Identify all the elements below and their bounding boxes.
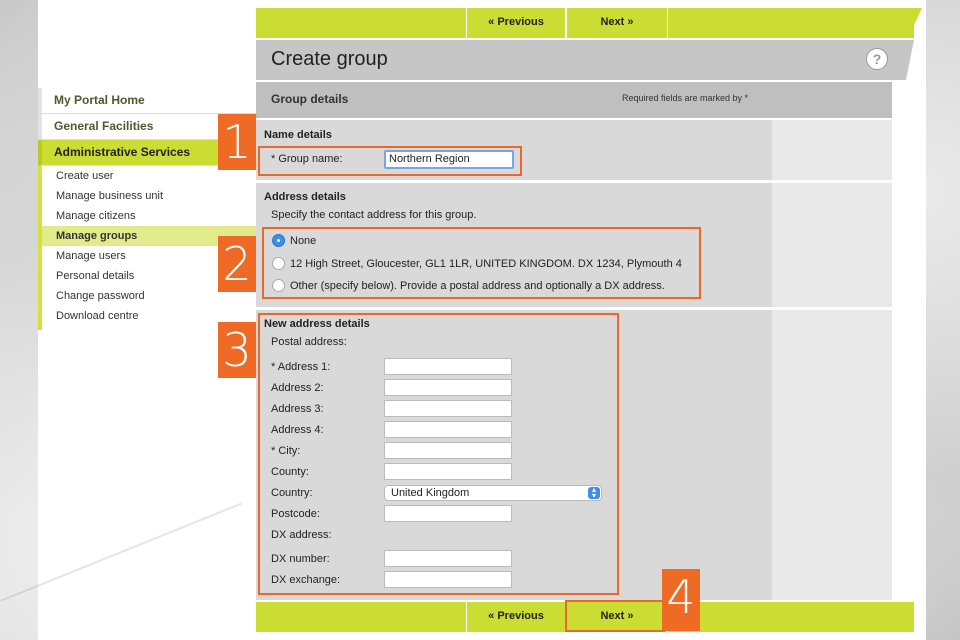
- section-side-column: [772, 120, 892, 180]
- next-button-top[interactable]: Next »: [566, 8, 668, 38]
- title-bar: Create group ?: [256, 40, 914, 80]
- group-details-header: Group details Required fields are marked…: [256, 82, 892, 118]
- section-side-column: [772, 183, 892, 307]
- help-icon[interactable]: ?: [866, 48, 888, 70]
- top-nav-bar: « Previous Next »: [256, 8, 922, 38]
- required-note: Required fields are marked by *: [622, 93, 749, 103]
- top-nav-edge: [908, 8, 922, 38]
- annotation-number-4: 4: [662, 569, 700, 631]
- annotation-box-2: [262, 227, 701, 299]
- previous-button-bottom[interactable]: « Previous: [466, 602, 566, 632]
- annotation-box-4: [565, 600, 665, 632]
- annotation-number-1: 1: [218, 114, 256, 170]
- group-details-title: Group details: [271, 92, 349, 106]
- annotation-box-3: [258, 313, 619, 595]
- annotation-number-3: 3: [218, 322, 256, 378]
- name-details-title: Name details: [264, 129, 332, 141]
- sidebar-item-manage-business-unit[interactable]: Manage business unit: [42, 186, 256, 206]
- previous-button-top[interactable]: « Previous: [466, 8, 566, 38]
- nav-my-portal-home[interactable]: My Portal Home: [38, 88, 256, 114]
- annotation-box-1: [258, 146, 522, 176]
- annotation-number-2: 2: [218, 236, 256, 292]
- address-details-title: Address details: [264, 191, 346, 203]
- title-bar-edge: [906, 40, 914, 80]
- section-side-column: [772, 310, 892, 600]
- address-details-description: Specify the contact address for this gro…: [271, 209, 477, 221]
- page-title: Create group: [271, 48, 388, 70]
- sidebar-item-manage-citizens[interactable]: Manage citizens: [42, 206, 256, 226]
